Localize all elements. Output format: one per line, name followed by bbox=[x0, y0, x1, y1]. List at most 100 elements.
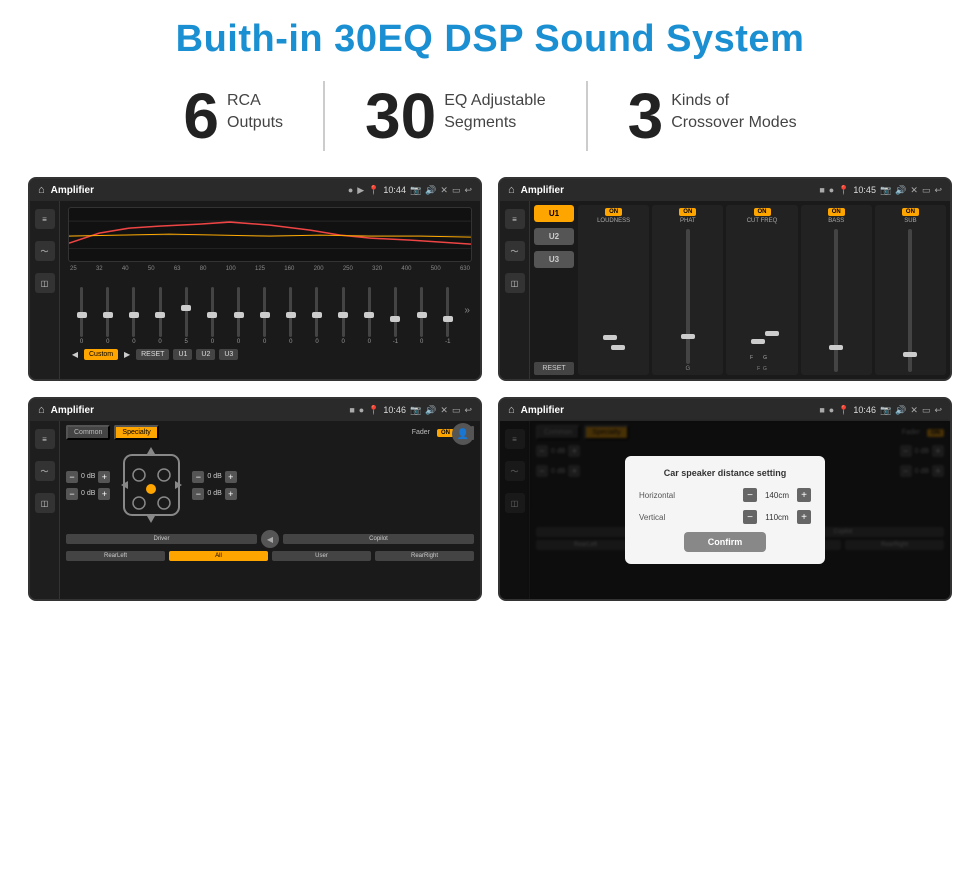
eq-reset-btn[interactable]: RESET bbox=[136, 349, 169, 360]
eq-slider-4[interactable]: 0 bbox=[148, 287, 171, 345]
volume-icon: 🔊 bbox=[425, 185, 436, 196]
cs-minus-2[interactable]: − bbox=[66, 488, 78, 500]
back-icon-2[interactable]: ↩ bbox=[934, 185, 942, 196]
vertical-minus-btn[interactable]: − bbox=[743, 510, 757, 524]
eq-u2-btn[interactable]: U2 bbox=[196, 349, 215, 360]
pin-icon-4: 📍 bbox=[838, 405, 849, 416]
expand-icon[interactable]: » bbox=[464, 305, 470, 316]
cs-plus-3[interactable]: + bbox=[225, 471, 237, 483]
dot-icon-4: ■ bbox=[349, 405, 354, 415]
home-icon-3[interactable]: ⌂ bbox=[38, 404, 45, 416]
eq-slider-10[interactable]: 0 bbox=[305, 287, 328, 345]
driver-btn[interactable]: Driver bbox=[66, 534, 257, 544]
eq-slider-8[interactable]: 0 bbox=[253, 287, 276, 345]
volume-icon-3: 🔊 bbox=[425, 405, 436, 416]
cs-sidebar-icon-1[interactable]: ≡ bbox=[35, 429, 55, 449]
eq-slider-3[interactable]: 0 bbox=[122, 287, 145, 345]
loudness-on[interactable]: ON bbox=[605, 208, 622, 216]
close-icon-2[interactable]: ✕ bbox=[910, 185, 918, 196]
bass-control: ON BASS bbox=[801, 205, 872, 375]
u-reset-btn[interactable]: RESET bbox=[534, 362, 574, 375]
back-icon-4[interactable]: ↩ bbox=[934, 405, 942, 416]
volume-icon-2: 🔊 bbox=[895, 185, 906, 196]
dot-icon: ● bbox=[348, 185, 353, 195]
user-btn[interactable]: User bbox=[272, 551, 371, 561]
cs-arrow-left[interactable]: ◀ bbox=[261, 530, 279, 548]
cs-plus-2[interactable]: + bbox=[98, 488, 110, 500]
cs-controls-right: − 0 dB + − 0 dB + bbox=[192, 471, 236, 500]
dialog-horizontal-label: Horizontal bbox=[639, 491, 675, 500]
back-icon-3[interactable]: ↩ bbox=[464, 405, 472, 416]
eq-slider-13[interactable]: -1 bbox=[384, 287, 407, 345]
u-sidebar-icon-2[interactable]: 〜 bbox=[505, 241, 525, 261]
u1-button[interactable]: U1 bbox=[534, 205, 574, 222]
all-btn[interactable]: All bbox=[169, 551, 268, 561]
cs-plus-1[interactable]: + bbox=[98, 471, 110, 483]
home-icon[interactable]: ⌂ bbox=[38, 184, 45, 196]
stat-rca: 6 RCA Outputs bbox=[143, 84, 323, 148]
window-icon-4: ▭ bbox=[922, 405, 931, 416]
eq-sidebar: ≡ 〜 ◫ bbox=[30, 201, 60, 379]
horizontal-plus-btn[interactable]: + bbox=[797, 488, 811, 502]
eq-slider-11[interactable]: 0 bbox=[332, 287, 355, 345]
eq-sidebar-icon-3[interactable]: ◫ bbox=[35, 273, 55, 293]
cs-plus-4[interactable]: + bbox=[225, 488, 237, 500]
eq-slider-12[interactable]: 0 bbox=[358, 287, 381, 345]
eq-u1-btn[interactable]: U1 bbox=[173, 349, 192, 360]
rearright-btn[interactable]: RearRight bbox=[375, 551, 474, 561]
eq-sidebar-icon-2[interactable]: 〜 bbox=[35, 241, 55, 261]
u-sidebar: ≡ 〜 ◫ bbox=[500, 201, 530, 379]
home-icon-4[interactable]: ⌂ bbox=[508, 404, 515, 416]
eq-slider-14[interactable]: 0 bbox=[410, 287, 433, 345]
eq-custom-btn[interactable]: Custom bbox=[84, 349, 118, 360]
eq-slider-7[interactable]: 0 bbox=[227, 287, 250, 345]
dot-icon-3: ● bbox=[829, 185, 834, 195]
phat-control: ON PHAT G bbox=[652, 205, 723, 375]
eq-slider-5[interactable]: 5 bbox=[175, 287, 198, 345]
eq-slider-6[interactable]: 0 bbox=[201, 287, 224, 345]
cs-screen-content: ≡ 〜 ◫ Common Specialty Fader ON bbox=[30, 421, 480, 599]
close-icon[interactable]: ✕ bbox=[440, 185, 448, 196]
specialty-tab[interactable]: Specialty bbox=[114, 425, 158, 440]
close-icon-4[interactable]: ✕ bbox=[910, 405, 918, 416]
close-icon-3[interactable]: ✕ bbox=[440, 405, 448, 416]
cs-minus-1[interactable]: − bbox=[66, 471, 78, 483]
phat-on[interactable]: ON bbox=[679, 208, 696, 216]
eq-next-btn[interactable]: ▶ bbox=[122, 350, 132, 360]
avatar-icon[interactable]: 👤 bbox=[452, 423, 474, 445]
eq-screen-content: ≡ 〜 ◫ 2 bbox=[30, 201, 480, 379]
eq-sidebar-icon-1[interactable]: ≡ bbox=[35, 209, 55, 229]
bass-on[interactable]: ON bbox=[828, 208, 845, 216]
eq-slider-15[interactable]: -1 bbox=[436, 287, 459, 345]
home-icon-2[interactable]: ⌂ bbox=[508, 184, 515, 196]
eq-prev-btn[interactable]: ◀ bbox=[70, 350, 80, 360]
u2-button[interactable]: U2 bbox=[534, 228, 574, 245]
cs-minus-4[interactable]: − bbox=[192, 488, 204, 500]
eq-slider-9[interactable]: 0 bbox=[279, 287, 302, 345]
copilot-btn[interactable]: Copilot bbox=[283, 534, 474, 544]
cutfreq-on[interactable]: ON bbox=[754, 208, 771, 216]
confirm-button[interactable]: Confirm bbox=[684, 532, 767, 552]
window-icon-3: ▭ bbox=[452, 405, 461, 416]
cs-sidebar-icon-2[interactable]: 〜 bbox=[35, 461, 55, 481]
vertical-plus-btn[interactable]: + bbox=[797, 510, 811, 524]
sub-on[interactable]: ON bbox=[902, 208, 919, 216]
cutfreq-control: ON CUT FREQ F G F G bbox=[726, 205, 797, 375]
u-topbar-icons: ■ ● 📍 10:45 📷 🔊 ✕ ▭ ↩ bbox=[819, 185, 942, 196]
eq-main-panel: 25 32 40 50 63 80 100 125 160 200 250 32… bbox=[60, 201, 480, 379]
cs-minus-3[interactable]: − bbox=[192, 471, 204, 483]
u-sidebar-icon-3[interactable]: ◫ bbox=[505, 273, 525, 293]
eq-graph bbox=[68, 207, 472, 262]
back-icon[interactable]: ↩ bbox=[464, 185, 472, 196]
eq-slider-2[interactable]: 0 bbox=[96, 287, 119, 345]
horizontal-minus-btn[interactable]: − bbox=[743, 488, 757, 502]
cs-sidebar-icon-3[interactable]: ◫ bbox=[35, 493, 55, 513]
eq-u3-btn[interactable]: U3 bbox=[219, 349, 238, 360]
dot-icon-2: ■ bbox=[819, 185, 824, 195]
rearleft-btn[interactable]: RearLeft bbox=[66, 551, 165, 561]
u-sidebar-icon-1[interactable]: ≡ bbox=[505, 209, 525, 229]
common-tab[interactable]: Common bbox=[66, 425, 110, 440]
u-screen-card: ⌂ Amplifier ■ ● 📍 10:45 📷 🔊 ✕ ▭ ↩ ≡ 〜 ◫ bbox=[498, 177, 952, 381]
eq-slider-1[interactable]: 0 bbox=[70, 287, 93, 345]
u3-button[interactable]: U3 bbox=[534, 251, 574, 268]
